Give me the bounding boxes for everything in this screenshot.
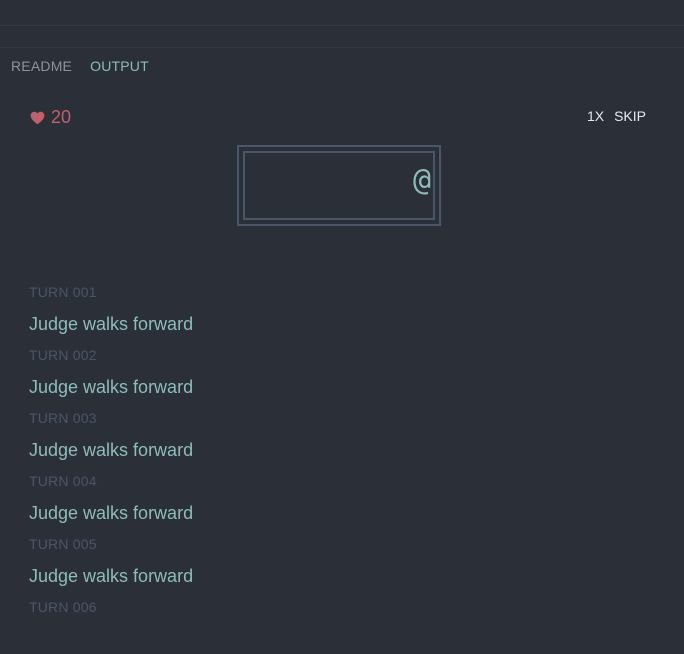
playback-controls: 1X SKIP [587, 108, 646, 124]
log-entry: TURN 004 Judge walks forward [29, 473, 629, 524]
turn-label: TURN 001 [29, 284, 97, 300]
turn-message: Judge walks forward [29, 503, 194, 523]
lives-counter: 20 [30, 107, 71, 128]
turn-message: Judge walks forward [29, 314, 194, 334]
turn-log: TURN 001 Judge walks forward TURN 002 Ju… [29, 284, 629, 616]
log-entry: TURN 006 [29, 599, 629, 616]
log-entry: TURN 002 Judge walks forward [29, 347, 629, 398]
top-divider-2 [0, 47, 684, 48]
game-board: @ [237, 145, 441, 226]
log-entry: TURN 003 Judge walks forward [29, 410, 629, 461]
turn-label: TURN 002 [29, 347, 97, 363]
log-entry: TURN 001 Judge walks forward [29, 284, 629, 335]
tab-output[interactable]: OUTPUT [90, 58, 149, 74]
log-entry: TURN 005 Judge walks forward [29, 536, 629, 587]
turn-message: Judge walks forward [29, 566, 194, 586]
turn-label: TURN 003 [29, 410, 97, 426]
top-divider-1 [0, 25, 684, 26]
speed-button[interactable]: 1X [587, 108, 604, 124]
turn-label: TURN 006 [29, 599, 97, 615]
tab-readme[interactable]: README [11, 58, 72, 74]
skip-button[interactable]: SKIP [614, 108, 646, 124]
board-inner-frame [243, 151, 435, 220]
turn-message: Judge walks forward [29, 440, 194, 460]
heart-icon [30, 111, 45, 124]
turn-message: Judge walks forward [29, 377, 194, 397]
turn-label: TURN 004 [29, 473, 97, 489]
panel-tabs: README OUTPUT [11, 58, 149, 74]
lives-value: 20 [51, 107, 72, 127]
player-character: @ [412, 163, 431, 198]
turn-label: TURN 005 [29, 536, 97, 552]
